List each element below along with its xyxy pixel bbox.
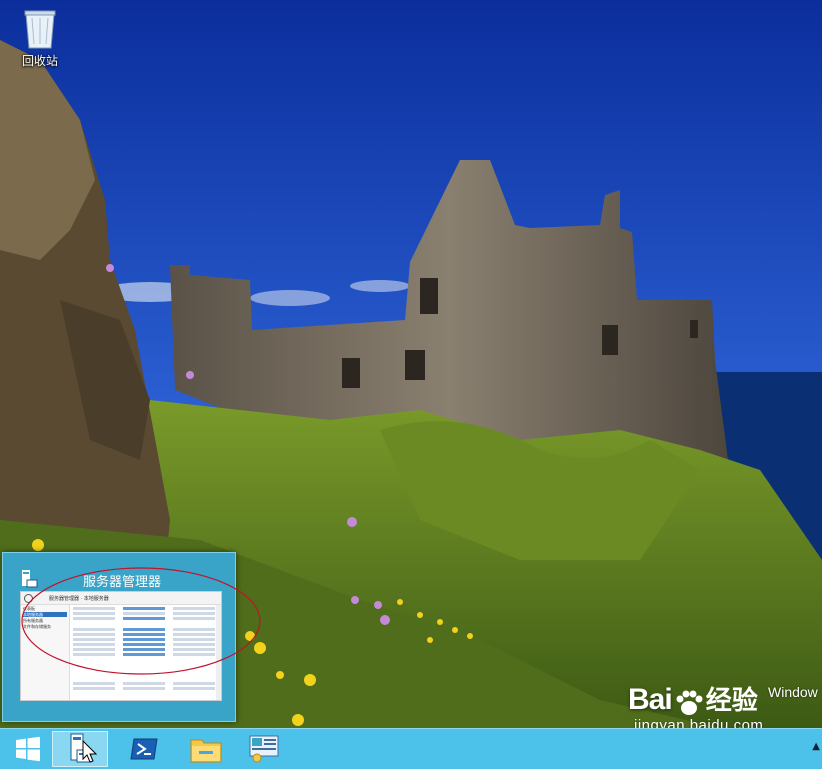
baidu-brand-right: 经验 xyxy=(705,686,758,716)
baidu-brand-left: Bai xyxy=(628,683,673,716)
recycle-bin-shortcut[interactable]: 回收站 xyxy=(14,6,66,69)
taskbar-thumbnail-preview[interactable]: 服务器管理器 服务器管理器 · 本地服务器 仪表板 本地服务器 所有服务器 文件… xyxy=(2,552,261,722)
recycle-bin-icon xyxy=(22,6,58,50)
server-manager-button[interactable] xyxy=(52,731,108,767)
file-explorer-button[interactable] xyxy=(178,731,234,767)
recycle-bin-label: 回收站 xyxy=(21,54,58,68)
taskbar: ▲ xyxy=(0,728,822,769)
baidu-paw-icon xyxy=(674,689,704,721)
tray-overflow-arrow[interactable]: ▲ xyxy=(812,741,820,752)
powershell-button[interactable] xyxy=(116,731,172,767)
start-button[interactable] xyxy=(0,731,56,767)
control-panel-button[interactable] xyxy=(236,731,292,767)
powershell-icon xyxy=(130,738,158,760)
windows-watermark: Window xyxy=(768,684,818,700)
windows-logo-icon xyxy=(16,736,40,762)
mouse-cursor-icon xyxy=(82,740,98,763)
control-panel-icon xyxy=(249,735,279,763)
annotation-ellipse xyxy=(21,567,261,675)
folder-icon xyxy=(190,739,222,763)
baidu-watermark: Bai 经验 jingyan.baidu.com xyxy=(628,680,763,734)
